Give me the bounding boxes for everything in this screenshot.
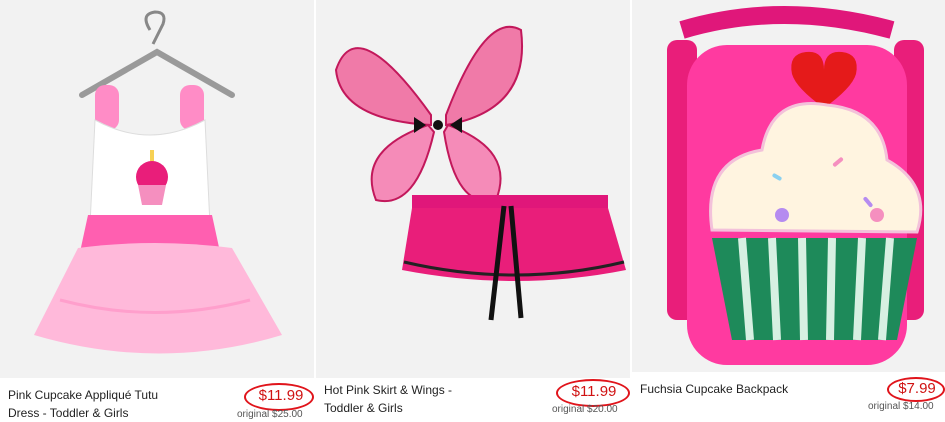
product-name[interactable]: Hot Pink Skirt & Wings - Toddler & Girls: [324, 381, 564, 417]
tutu-dress-illustration: [0, 0, 314, 378]
product-name[interactable]: Pink Cupcake Appliqué Tutu Dress - Toddl…: [8, 386, 248, 422]
sale-price: $11.99: [571, 383, 617, 400]
product-name-line1[interactable]: Fuchsia Cupcake Backpack: [640, 380, 860, 398]
product-image-backpack[interactable]: [632, 0, 945, 372]
product-name[interactable]: Fuchsia Cupcake Backpack: [640, 380, 860, 398]
product-card-backpack[interactable]: Fuchsia Cupcake Backpack $7.99 original …: [632, 0, 945, 421]
backpack-illustration: [632, 0, 945, 372]
product-image-skirt-wings[interactable]: [316, 0, 630, 378]
product-name-line1[interactable]: Pink Cupcake Appliqué Tutu: [8, 386, 248, 404]
original-price: original $14.00: [868, 401, 934, 412]
original-price: original $25.00: [237, 409, 303, 420]
product-card-skirt-wings[interactable]: Hot Pink Skirt & Wings - Toddler & Girls…: [316, 0, 630, 421]
product-name-line2[interactable]: Toddler & Girls: [324, 399, 564, 417]
sale-price: $7.99: [898, 380, 936, 397]
product-card-tutu-dress[interactable]: Pink Cupcake Appliqué Tutu Dress - Toddl…: [0, 0, 314, 421]
original-price: original $20.00: [552, 404, 618, 415]
skirt-wings-illustration: [316, 0, 630, 378]
product-image-tutu-dress[interactable]: [0, 0, 314, 378]
product-name-line1[interactable]: Hot Pink Skirt & Wings -: [324, 381, 564, 399]
product-name-line2[interactable]: Dress - Toddler & Girls: [8, 404, 248, 422]
sale-price: $11.99: [258, 387, 304, 404]
